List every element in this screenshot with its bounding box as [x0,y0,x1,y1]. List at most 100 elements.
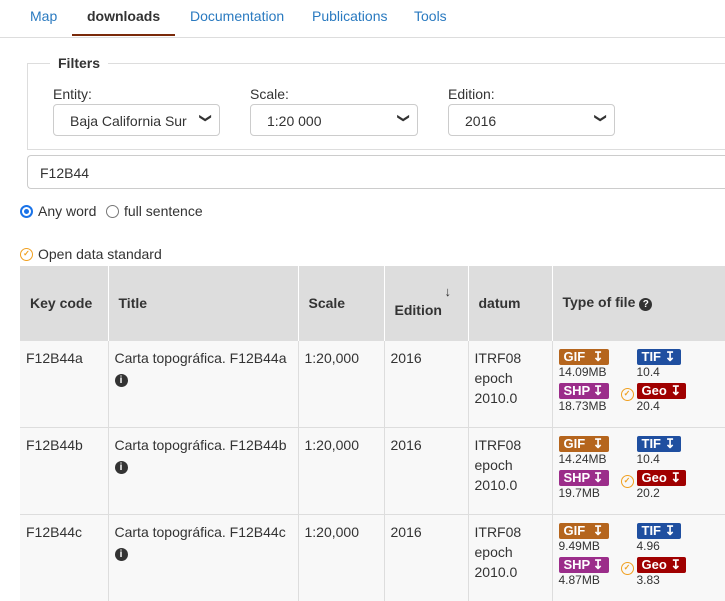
gif-download-button[interactable]: GIF ↧ [558,435,609,452]
header-datum[interactable]: datum [468,266,553,340]
cell-edition: 2016 [384,339,469,427]
edition-value: 2016 [465,113,497,129]
entity-select[interactable]: Baja California Sur ❯ [53,104,220,136]
tab-documentation[interactable]: Documentation [190,8,284,24]
radio-label: full sentence [124,203,203,219]
datum-line: 2010.0 [474,563,518,580]
nav-tabs: Map downloads Documentation Publications… [0,0,725,38]
badge-label: GIF [563,348,586,364]
info-icon[interactable]: i [114,373,128,387]
tif-size: 10.4 [636,451,660,466]
badge-label: Geo [641,469,667,485]
chevron-down-icon: ❯ [593,112,608,124]
cell-datum: ITRF08 epoch 2010.0 [468,339,553,427]
type-header-label: Type of file [562,294,636,311]
tab-tools[interactable]: Tools [414,8,447,24]
tab-map[interactable]: Map [30,8,57,24]
header-type-of-file[interactable]: Type of file ? [552,266,725,340]
datum-line: epoch [474,543,513,560]
radio-checked[interactable] [20,204,33,218]
edition-label: Edition: [448,86,495,102]
cell-scale: 1:20,000 [298,513,385,601]
download-icon: ↧ [664,348,676,364]
download-icon: ↧ [592,556,604,572]
gif-download-button[interactable]: GIF ↧ [558,348,609,365]
cell-edition: 2016 [384,426,469,514]
badge-label: Geo [641,556,667,572]
filters-legend: Filters [50,55,109,71]
datum-line: 2010.0 [474,476,518,493]
gif-download-button[interactable]: GIF ↧ [558,522,609,539]
datum-line: ITRF08 [474,523,522,540]
tif-size: 4.96 [636,538,660,553]
tab-downloads[interactable]: downloads [87,8,160,24]
download-icon: ↧ [670,469,682,485]
datum-line: epoch [474,369,513,386]
download-icon: ↧ [592,382,604,398]
edition-select[interactable]: 2016 ❯ [448,104,615,136]
tif-download-button[interactable]: TIF ↧ [636,522,681,539]
table-row: F12B44c Carta topográfica. F12B44c i 1:2… [20,513,725,601]
cell-files: GIF ↧ 14.09MB TIF ↧ 10.4 SHP ↧ 18.73MB ✓ Geo… [552,339,725,427]
header-edition[interactable]: Edition ↓ [384,266,469,340]
badge-label: TIF [641,435,662,451]
cell-edition: 2016 [384,513,469,601]
info-icon[interactable]: i [114,547,128,561]
header-key-code[interactable]: Key code [20,266,109,340]
badge-label: TIF [641,522,662,538]
download-icon: ↧ [670,382,682,398]
radio-label: Any word [38,203,97,219]
geo-download-button[interactable]: Geo ↧ [636,469,687,486]
badge-label: GIF [563,522,586,538]
scale-select[interactable]: 1:20 000 ❯ [250,104,418,136]
geo-download-button[interactable]: Geo ↧ [636,382,687,399]
chevron-down-icon: ❯ [396,112,411,124]
cell-scale: 1:20,000 [298,339,385,427]
table-row: F12B44b Carta topográfica. F12B44b i 1:2… [20,426,725,514]
radio-unchecked[interactable] [106,204,119,218]
cell-datum: ITRF08 epoch 2010.0 [468,426,553,514]
header-scale[interactable]: Scale [298,266,385,340]
download-icon: ↧ [664,522,676,538]
shp-download-button[interactable]: SHP ↧ [558,469,609,486]
header-title[interactable]: Title [108,266,299,340]
geo-download-button[interactable]: Geo ↧ [636,556,687,573]
gif-size: 14.09MB [558,364,607,379]
gif-size: 9.49MB [558,538,600,553]
tif-download-button[interactable]: TIF ↧ [636,435,681,452]
active-tab-indicator [72,34,175,36]
geo-size: 20.2 [636,485,660,500]
datum-line: epoch [474,456,513,473]
scale-label: Scale: [250,86,289,102]
radio-any-word[interactable]: Any word [20,203,96,219]
edition-header-label: Edition [394,301,442,318]
download-icon: ↧ [592,469,604,485]
badge-label: Geo [641,382,667,398]
cell-key: F12B44b [20,426,109,514]
download-icon: ↧ [592,522,604,538]
geo-size: 20.4 [636,398,660,413]
title-text: Carta topográfica. F12B44b [114,436,287,453]
title-text: Carta topográfica. F12B44c [114,523,286,540]
shp-download-button[interactable]: SHP ↧ [558,556,609,573]
badge-label: TIF [641,348,662,364]
gif-size: 14.24MB [558,451,607,466]
check-circle-icon: ✓ [20,247,33,261]
shp-download-button[interactable]: SHP ↧ [558,382,609,399]
open-data-check-icon: ✓ [620,561,634,575]
help-icon[interactable]: ? [639,298,653,312]
info-icon[interactable]: i [114,460,128,474]
radio-full-sentence[interactable]: full sentence [106,203,203,219]
datum-line: 2010.0 [474,389,518,406]
search-input[interactable]: F12B44 [27,155,725,189]
shp-size: 18.73MB [558,398,607,413]
tif-download-button[interactable]: TIF ↧ [636,348,681,365]
open-data-legend: ✓ Open data standard [20,246,162,262]
badge-label: SHP [563,556,591,572]
cell-datum: ITRF08 epoch 2010.0 [468,513,553,601]
tab-publications[interactable]: Publications [312,8,388,24]
downloads-table: Key code Title Scale Edition ↓ datum Type… [20,266,725,601]
cell-key: F12B44a [20,339,109,427]
cell-title: Carta topográfica. F12B44a i [108,339,299,427]
open-data-check-icon: ✓ [620,474,634,488]
